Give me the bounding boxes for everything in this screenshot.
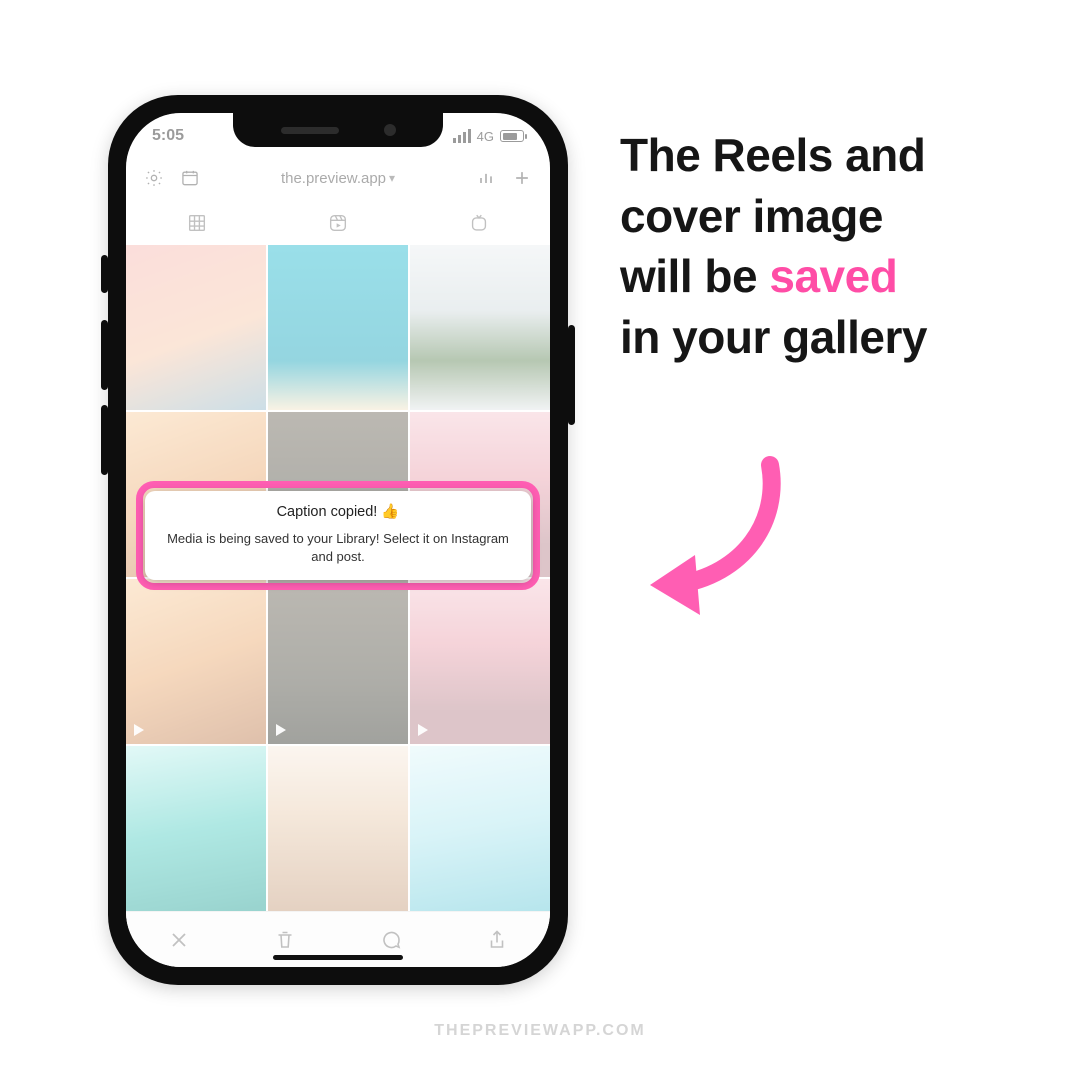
play-icon bbox=[276, 724, 286, 736]
calendar-icon[interactable] bbox=[180, 168, 200, 188]
tab-reels[interactable] bbox=[267, 201, 408, 245]
tab-igtv[interactable] bbox=[409, 201, 550, 245]
post-thumbnail[interactable] bbox=[126, 245, 266, 410]
mute-switch bbox=[101, 255, 108, 293]
volume-down bbox=[101, 405, 108, 475]
network-label: 4G bbox=[477, 129, 494, 144]
account-selector[interactable]: the.preview.app ▾ bbox=[281, 170, 395, 187]
account-name: the.preview.app bbox=[281, 170, 386, 187]
explainer-caption: The Reels and cover image will be saved … bbox=[620, 125, 1050, 368]
caption-line-3-prefix: will be bbox=[620, 250, 769, 302]
post-thumbnail[interactable] bbox=[410, 579, 550, 744]
comment-icon[interactable] bbox=[379, 928, 403, 952]
post-thumbnail[interactable] bbox=[268, 245, 408, 410]
battery-icon bbox=[500, 130, 524, 142]
chevron-down-icon: ▾ bbox=[389, 171, 395, 185]
caption-highlight-word: saved bbox=[769, 250, 897, 302]
watermark: THEPREVIEWAPP.COM bbox=[434, 1022, 646, 1040]
curved-arrow-icon bbox=[630, 450, 800, 620]
signal-icon bbox=[453, 129, 471, 143]
view-tabs bbox=[126, 201, 550, 245]
share-icon[interactable] bbox=[485, 928, 509, 952]
post-thumbnail[interactable] bbox=[126, 579, 266, 744]
caption-line-2: cover image bbox=[620, 190, 883, 242]
app-header: the.preview.app ▾ bbox=[126, 157, 550, 199]
post-thumbnail[interactable] bbox=[268, 746, 408, 911]
caption-line-4: in your gallery bbox=[620, 311, 927, 363]
caption-line-1: The Reels and bbox=[620, 129, 925, 181]
post-thumbnail[interactable] bbox=[268, 579, 408, 744]
post-thumbnail[interactable] bbox=[126, 746, 266, 911]
phone-screen: 5:05 4G the.preview.app ▾ bbox=[126, 113, 550, 967]
toast-title: Caption copied! 👍 bbox=[159, 503, 517, 520]
analytics-icon[interactable] bbox=[476, 168, 496, 188]
play-icon bbox=[134, 724, 144, 736]
power-button bbox=[568, 325, 575, 425]
close-icon[interactable] bbox=[167, 928, 191, 952]
tab-grid[interactable] bbox=[126, 201, 267, 245]
toast-highlight-box: Caption copied! 👍 Media is being saved t… bbox=[136, 481, 540, 590]
toast-notification: Caption copied! 👍 Media is being saved t… bbox=[145, 491, 531, 580]
volume-up bbox=[101, 320, 108, 390]
add-post-icon[interactable] bbox=[512, 168, 532, 188]
settings-icon[interactable] bbox=[144, 168, 164, 188]
home-indicator bbox=[273, 955, 403, 960]
post-thumbnail[interactable] bbox=[410, 245, 550, 410]
status-time: 5:05 bbox=[152, 127, 184, 145]
post-thumbnail[interactable] bbox=[410, 746, 550, 911]
toast-body: Media is being saved to your Library! Se… bbox=[159, 530, 517, 566]
phone-frame: 5:05 4G the.preview.app ▾ bbox=[108, 95, 568, 985]
trash-icon[interactable] bbox=[273, 928, 297, 952]
phone-notch bbox=[233, 113, 443, 147]
play-icon bbox=[418, 724, 428, 736]
